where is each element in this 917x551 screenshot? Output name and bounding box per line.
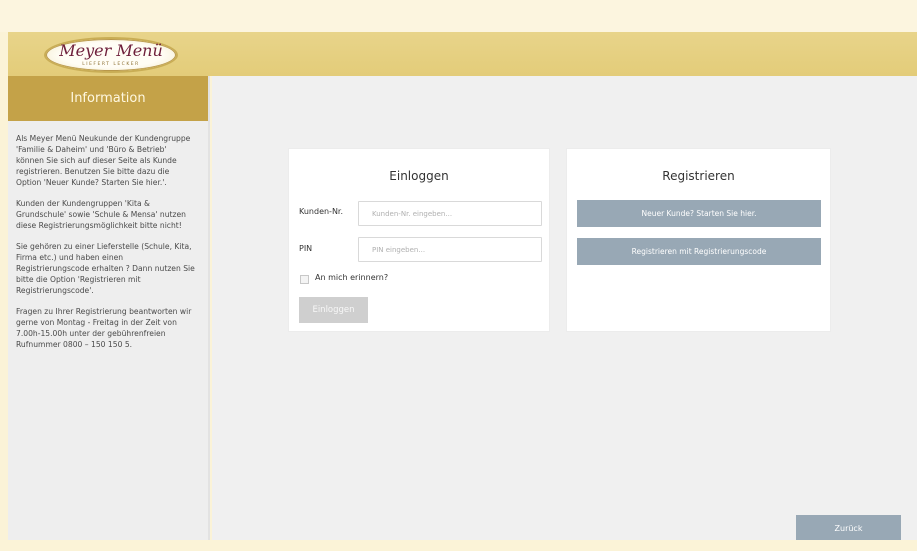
info-paragraph-1: Als Meyer Menü Neukunde der Kundengruppe… bbox=[16, 134, 191, 187]
main-content: Einloggen Kunden-Nr. PIN An mich erinner… bbox=[212, 76, 917, 540]
login-title: Einloggen bbox=[389, 169, 449, 183]
header-bar: Meyer Menü LIEFERT LECKER bbox=[8, 32, 917, 76]
logo-name: Meyer Menü bbox=[59, 41, 163, 60]
info-paragraph-2: Kunden der Kundengruppen 'Kita & Grundsc… bbox=[16, 199, 186, 230]
login-card: Einloggen Kunden-Nr. PIN An mich erinner… bbox=[288, 148, 550, 332]
sidebar-text: Als Meyer Menü Neukunde der Kundengruppe… bbox=[8, 121, 208, 350]
register-with-code-button[interactable]: Registrieren mit Registrierungscode bbox=[577, 238, 821, 265]
top-strip bbox=[0, 0, 917, 32]
logo-tagline: LIEFERT LECKER bbox=[82, 62, 140, 67]
new-customer-button[interactable]: Neuer Kunde? Starten Sie hier. bbox=[577, 200, 821, 227]
back-button[interactable]: Zurück bbox=[796, 515, 901, 542]
footer-strip bbox=[0, 540, 917, 551]
customer-number-label: Kunden-Nr. bbox=[299, 207, 344, 216]
customer-number-input[interactable] bbox=[358, 201, 542, 226]
pin-input[interactable] bbox=[358, 237, 542, 262]
remember-label: An mich erinnern? bbox=[315, 273, 389, 282]
info-sidebar: Information Als Meyer Menü Neukunde der … bbox=[8, 76, 210, 540]
pin-label: PIN bbox=[299, 244, 313, 253]
brand-logo[interactable]: Meyer Menü LIEFERT LECKER bbox=[44, 37, 178, 73]
info-paragraph-3: Sie gehören zu einer Lieferstelle (Schul… bbox=[16, 242, 195, 295]
info-paragraph-4: Fragen zu Ihrer Registrierung beantworte… bbox=[16, 307, 192, 349]
remember-checkbox[interactable] bbox=[300, 275, 309, 284]
sidebar-title: Information bbox=[8, 76, 208, 121]
register-card: Registrieren Neuer Kunde? Starten Sie hi… bbox=[566, 148, 831, 332]
register-title: Registrieren bbox=[662, 169, 735, 183]
login-button[interactable]: Einloggen bbox=[299, 297, 368, 323]
